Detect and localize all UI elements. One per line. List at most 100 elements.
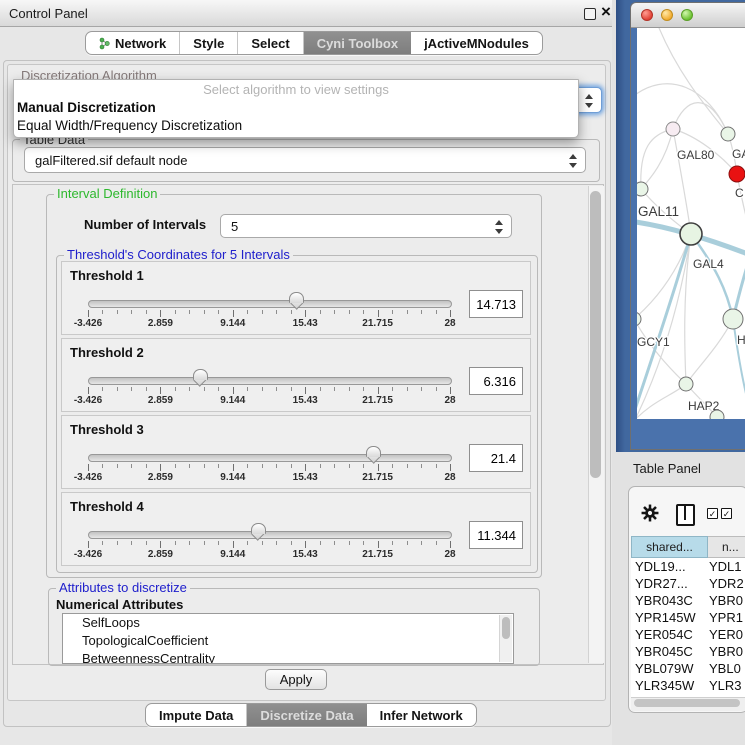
- threshold-label: Threshold 2: [70, 345, 144, 360]
- network-edge: [641, 129, 673, 189]
- network-node-label: C: [735, 186, 744, 200]
- tab-jactivemnodules[interactable]: jActiveMNodules: [411, 32, 542, 54]
- table-row[interactable]: YDR27...YDR2: [631, 575, 745, 592]
- tick-label: 9.144: [220, 472, 245, 483]
- tab-label: Impute Data: [159, 708, 233, 723]
- gear-icon[interactable]: [641, 504, 659, 522]
- column-header-shared-name[interactable]: shared...: [631, 536, 708, 558]
- table-row[interactable]: YBR045CYBR0: [631, 643, 745, 660]
- number-of-intervals-combobox[interactable]: 5: [220, 214, 512, 238]
- table-row[interactable]: YBL079WYBL0: [631, 660, 745, 677]
- apply-button[interactable]: Apply: [265, 669, 327, 690]
- float-window-icon[interactable]: [584, 8, 596, 20]
- cell-name: YDR2: [709, 575, 744, 592]
- tab-impute-data[interactable]: Impute Data: [146, 704, 247, 726]
- slider-ticks: [88, 541, 450, 548]
- tab-label: Cyni Toolbox: [317, 36, 398, 51]
- dropdown-option[interactable]: Manual Discretization: [14, 99, 578, 117]
- network-node[interactable]: [729, 166, 745, 182]
- slider-handle[interactable]: [251, 523, 266, 541]
- tick-label: -3.426: [74, 549, 102, 560]
- combo-spinner-icon: [494, 219, 503, 235]
- control-panel-titlebar: Control Panel ×: [0, 0, 612, 27]
- table-row[interactable]: YER054CYER0: [631, 626, 745, 643]
- threshold-row: Threshold 1 -3.4262.8599.14415.4321.7152…: [61, 261, 531, 335]
- table-row[interactable]: YBR043CYBR0: [631, 592, 745, 609]
- table-data-combobox[interactable]: galFiltered.sif default node: [24, 147, 586, 173]
- table-header-row: shared... n...: [631, 536, 745, 558]
- attribute-item[interactable]: TopologicalCoefficient: [63, 632, 513, 650]
- column-layout-icon[interactable]: [676, 504, 695, 526]
- table-row[interactable]: YPR145WYPR1: [631, 609, 745, 626]
- tick-label: 28: [444, 472, 455, 483]
- tick-label: 2.859: [148, 395, 173, 406]
- table-row[interactable]: YLR345WYLR3: [631, 677, 745, 694]
- network-node[interactable]: [710, 410, 724, 419]
- network-node[interactable]: [666, 122, 680, 136]
- tab-select[interactable]: Select: [238, 32, 303, 54]
- attribute-item[interactable]: SelfLoops: [63, 614, 513, 632]
- table-row[interactable]: YDL19...YDL1: [631, 558, 745, 575]
- close-window-icon[interactable]: [641, 9, 653, 21]
- tab-cyni-toolbox[interactable]: Cyni Toolbox: [304, 32, 411, 54]
- tab-label: Infer Network: [380, 708, 463, 723]
- network-node[interactable]: [637, 182, 648, 196]
- network-node[interactable]: [637, 312, 641, 326]
- threshold-value-input[interactable]: [469, 444, 523, 472]
- network-node[interactable]: [723, 309, 743, 329]
- slider-track[interactable]: [88, 454, 452, 462]
- tick-label: -3.426: [74, 395, 102, 406]
- threshold-label: Threshold 1: [70, 268, 144, 283]
- attributes-scrollbar[interactable]: [499, 615, 512, 662]
- slider-tick-labels: -3.4262.8599.14415.4321.71528: [88, 318, 450, 330]
- threshold-value-input[interactable]: [469, 521, 523, 549]
- tab-network[interactable]: Network: [86, 32, 180, 54]
- network-edge: [657, 28, 728, 134]
- tick-label: -3.426: [74, 472, 102, 483]
- checkbox-icon[interactable]: ✓: [721, 508, 732, 519]
- top-tab-bar: NetworkStyleSelect Cyni Toolbox jActiveMNo…: [85, 31, 543, 55]
- tick-label: 21.715: [362, 395, 393, 406]
- threshold-value-input[interactable]: [469, 290, 523, 318]
- network-window-titlebar[interactable]: [631, 3, 745, 28]
- tick-label: 2.859: [148, 318, 173, 329]
- slider-tick-labels: -3.4262.8599.14415.4321.71528: [88, 395, 450, 407]
- slider-track[interactable]: [88, 377, 452, 385]
- numerical-attributes-list: SelfLoopsTopologicalCoefficientBetweenne…: [62, 613, 514, 664]
- minimize-window-icon[interactable]: [661, 9, 673, 21]
- cell-name: YPR1: [709, 609, 743, 626]
- attribute-item[interactable]: BetweennessCentrality: [63, 650, 513, 664]
- vertical-scrollbar-thumb[interactable]: [590, 191, 601, 478]
- tab-style[interactable]: Style: [180, 32, 238, 54]
- cell-name: YLR3: [709, 677, 742, 694]
- checkbox-icon[interactable]: ✓: [707, 508, 718, 519]
- zoom-window-icon[interactable]: [681, 9, 693, 21]
- tick-label: 2.859: [148, 549, 173, 560]
- number-of-intervals-value: 5: [231, 219, 238, 234]
- table-data-selected-value: galFiltered.sif default node: [35, 153, 187, 168]
- network-node[interactable]: [680, 223, 702, 245]
- network-canvas[interactable]: GAL80GACGAL11GAL4GCY1HHAP2: [637, 28, 745, 419]
- slider-track[interactable]: [88, 300, 452, 308]
- slider-track[interactable]: [88, 531, 452, 539]
- number-of-intervals-label: Number of Intervals: [84, 217, 206, 232]
- close-icon[interactable]: ×: [601, 2, 611, 22]
- threshold-row: Threshold 4 -3.4262.8599.14415.4321.7152…: [61, 492, 531, 566]
- algorithm-dropdown-options: Manual DiscretizationEqual Width/Frequen…: [14, 99, 578, 135]
- slider-handle[interactable]: [366, 446, 381, 464]
- dropdown-option[interactable]: Equal Width/Frequency Discretization: [14, 117, 578, 135]
- cell-name: YER0: [709, 626, 743, 643]
- network-graph: GAL80GACGAL11GAL4GCY1HHAP2: [637, 28, 745, 419]
- network-node[interactable]: [679, 377, 693, 391]
- column-header-name[interactable]: n...: [708, 536, 745, 558]
- slider-handle[interactable]: [193, 369, 208, 387]
- tab-infer-network[interactable]: Infer Network: [367, 704, 476, 726]
- threshold-value-input[interactable]: [469, 367, 523, 395]
- attributes-scrollbar-thumb[interactable]: [502, 617, 510, 639]
- tab-discretize-data[interactable]: Discretize Data: [247, 704, 366, 726]
- network-node[interactable]: [721, 127, 735, 141]
- slider-tick-labels: -3.4262.8599.14415.4321.71528: [88, 472, 450, 484]
- combo-spinner-icon: [568, 153, 577, 169]
- slider-handle[interactable]: [289, 292, 304, 310]
- horizontal-scrollbar-thumb[interactable]: [634, 699, 740, 707]
